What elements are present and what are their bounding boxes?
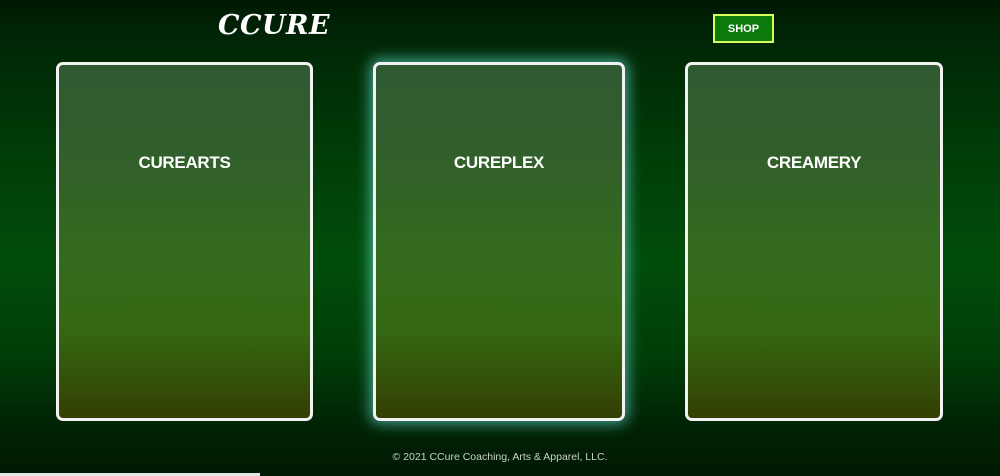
card-title: CREAMERY bbox=[766, 153, 862, 172]
card-title: CUREPLEX bbox=[453, 153, 545, 172]
card-creamery[interactable]: CREAMERY bbox=[685, 62, 943, 421]
card-title: CUREARTS bbox=[138, 153, 231, 172]
site-logo[interactable]: CCURE bbox=[218, 9, 330, 43]
page: { "header": { "logo": "CCURE", "shop_lab… bbox=[0, 0, 1000, 476]
shop-button[interactable]: SHOP bbox=[713, 14, 774, 43]
card-cureplex[interactable]: CUREPLEX bbox=[373, 62, 625, 421]
card-curearts[interactable]: CUREARTS bbox=[56, 62, 313, 421]
footer-copyright: © 2021 CCure Coaching, Arts & Apparel, L… bbox=[392, 451, 608, 463]
